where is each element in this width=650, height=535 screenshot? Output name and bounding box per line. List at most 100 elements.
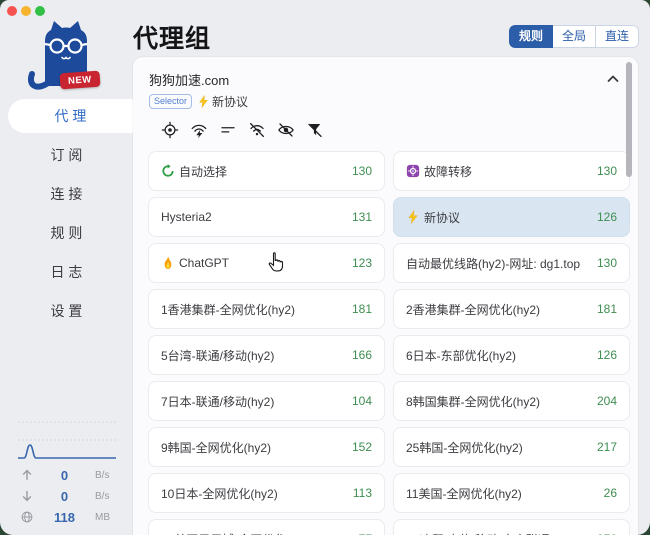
proxy-latency: 130 xyxy=(589,164,617,178)
sidebar-item-logs[interactable]: 日 志 xyxy=(0,255,133,289)
sidebar-item-subscription[interactable]: 订 阅 xyxy=(0,138,133,172)
proxy-name: Hysteria2 xyxy=(161,210,212,224)
proxy-name: 13迪拜-电信/移动/南方联通(hy2) xyxy=(406,531,577,535)
traffic-stats: 0B/s0B/s118MB xyxy=(0,414,133,527)
proxy-name: 8韩国集群-全网优化(hy2) xyxy=(406,393,540,410)
proxy-card[interactable]: 6日本-东部优化(hy2) 126 xyxy=(393,335,630,375)
proxy-latency: 131 xyxy=(344,210,372,224)
proxy-latency: 26 xyxy=(596,486,617,500)
proxy-card[interactable]: 7日本-联通/移动(hy2) 104 xyxy=(148,381,385,421)
proxy-latency: 123 xyxy=(344,256,372,270)
app-window: NEW 代 理订 阅连 接规 则日 志设 置 0B/s0B/s118MB 代理组… xyxy=(0,0,650,535)
filter-off-icon[interactable] xyxy=(306,121,324,139)
sidebar-item-proxy[interactable]: 代 理 xyxy=(8,99,133,133)
proxy-card[interactable]: 自动最优线路(hy2)-网址: dg1.top 130 xyxy=(393,243,630,283)
proxy-name: 6日本-东部优化(hy2) xyxy=(406,347,516,364)
group-header: 狗狗加速.com Selector 新协议 xyxy=(133,57,638,110)
proxy-name: ChatGPT xyxy=(179,256,229,270)
proxy-group-panel: 狗狗加速.com Selector 新协议 自动选择 130 故障转移 130 Hyst… xyxy=(133,57,638,535)
globe-icon xyxy=(20,510,34,524)
proxy-latency: 204 xyxy=(589,394,617,408)
bolt-icon xyxy=(197,95,210,108)
selector-type-badge: Selector xyxy=(149,94,192,109)
sidebar-nav: 代 理订 阅连 接规 则日 志设 置 xyxy=(0,99,133,333)
proxy-name: 自动最优线路(hy2)-网址: dg1.top xyxy=(406,255,580,272)
proxy-latency: 113 xyxy=(345,486,372,500)
proxy-latency: 126 xyxy=(589,348,617,362)
proxy-latency: 166 xyxy=(344,348,372,362)
proxy-card[interactable]: Hysteria2 131 xyxy=(148,197,385,237)
proxy-card[interactable]: 10日本-全网优化(hy2) 113 xyxy=(148,473,385,513)
group-badge-row: Selector 新协议 xyxy=(149,93,622,110)
proxy-latency: 152 xyxy=(344,440,372,454)
stat-row-download: 0B/s xyxy=(0,486,133,506)
proxy-card[interactable]: 2香港集群-全网优化(hy2) 181 xyxy=(393,289,630,329)
proxy-name: 11美国-全网优化(hy2) xyxy=(406,485,522,502)
proxy-name: 2香港集群-全网优化(hy2) xyxy=(406,301,540,318)
proxy-card[interactable]: 13迪拜-电信/移动/南方联通(hy2)370 xyxy=(393,519,630,535)
selected-proxy-label: 新协议 xyxy=(197,93,248,110)
proxy-name: 5台湾-联通/移动(hy2) xyxy=(161,347,274,364)
proxy-latency: 126 xyxy=(589,210,617,224)
proxy-name: 12美国凤凰城-全网优化(hy2) xyxy=(161,531,314,535)
proxy-name: 25韩国-全网优化(hy2) xyxy=(406,439,523,456)
proxy-name: 1香港集群-全网优化(hy2) xyxy=(161,301,295,318)
mode-button-global[interactable]: 全局 xyxy=(553,25,596,48)
proxy-card[interactable]: 8韩国集群-全网优化(hy2) 204 xyxy=(393,381,630,421)
sidebar-item-settings[interactable]: 设 置 xyxy=(0,294,133,328)
group-name: 狗狗加速.com xyxy=(149,70,622,89)
stat-unit: B/s xyxy=(95,491,121,502)
proxy-name: 10日本-全网优化(hy2) xyxy=(161,485,278,502)
proxy-name: 故障转移 xyxy=(424,163,472,180)
sort-icon[interactable] xyxy=(219,121,237,139)
sidebar: NEW 代 理订 阅连 接规 则日 志设 置 0B/s0B/s118MB xyxy=(0,0,133,535)
proxy-card[interactable]: 故障转移 130 xyxy=(393,151,630,191)
mode-button-rule[interactable]: 规则 xyxy=(509,25,553,48)
proxy-latency: 104 xyxy=(344,394,372,408)
eye-off-icon[interactable] xyxy=(277,121,295,139)
stat-value: 118 xyxy=(34,510,95,525)
speed-test-icon[interactable] xyxy=(190,121,208,139)
proxy-latency: 181 xyxy=(344,302,372,316)
traffic-sparkline xyxy=(10,414,125,464)
stat-value: 0 xyxy=(34,468,95,483)
proxy-card[interactable]: 25韩国-全网优化(hy2) 217 xyxy=(393,427,630,467)
failover-icon xyxy=(406,164,420,178)
stat-row-traffic: 118MB xyxy=(0,507,133,527)
mode-button-direct[interactable]: 直连 xyxy=(596,25,639,48)
proxy-card[interactable]: 自动选择 130 xyxy=(148,151,385,191)
arrow-down-icon xyxy=(20,489,34,503)
proxy-latency: 130 xyxy=(344,164,372,178)
proxy-card[interactable]: 新协议 126 xyxy=(393,197,630,237)
sidebar-item-connections[interactable]: 连 接 xyxy=(0,177,133,211)
proxy-name: 7日本-联通/移动(hy2) xyxy=(161,393,274,410)
page-title: 代理组 xyxy=(133,19,211,55)
proxy-latency: 181 xyxy=(589,302,617,316)
proxy-card[interactable]: 12美国凤凰城-全网优化(hy2)77 xyxy=(148,519,385,535)
scrollbar-thumb[interactable] xyxy=(626,62,632,177)
arrow-up-icon xyxy=(20,468,34,482)
proxy-card[interactable]: 5台湾-联通/移动(hy2) 166 xyxy=(148,335,385,375)
proxy-card[interactable]: 11美国-全网优化(hy2) 26 xyxy=(393,473,630,513)
recycle-icon xyxy=(161,164,175,178)
locate-icon[interactable] xyxy=(161,121,179,139)
fire-icon xyxy=(161,256,175,270)
group-toolbar xyxy=(133,110,638,139)
proxy-card[interactable]: 1香港集群-全网优化(hy2) 181 xyxy=(148,289,385,329)
sidebar-item-rules[interactable]: 规 则 xyxy=(0,216,133,250)
mode-switch: 规则全局直连 xyxy=(509,25,639,48)
wifi-off-icon[interactable] xyxy=(248,121,266,139)
proxy-latency: 217 xyxy=(589,440,617,454)
stat-unit: B/s xyxy=(95,470,121,481)
stat-value: 0 xyxy=(34,489,95,504)
app-logo: NEW xyxy=(18,18,98,90)
proxy-name: 自动选择 xyxy=(179,163,227,180)
proxy-card[interactable]: ChatGPT 123 xyxy=(148,243,385,283)
proxy-name: 新协议 xyxy=(424,209,460,226)
proxy-card[interactable]: 9韩国-全网优化(hy2)152 xyxy=(148,427,385,467)
collapse-group-button[interactable] xyxy=(605,71,621,87)
stat-row-upload: 0B/s xyxy=(0,465,133,485)
proxy-latency: 130 xyxy=(589,256,617,270)
stat-unit: MB xyxy=(95,512,121,523)
bolt-icon xyxy=(406,210,420,224)
